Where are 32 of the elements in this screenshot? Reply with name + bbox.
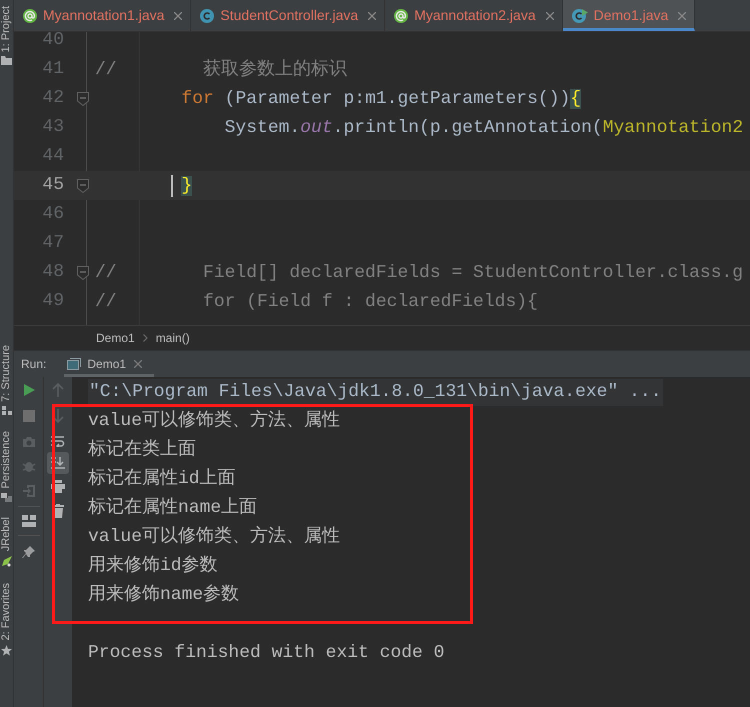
tool-window-button[interactable]: JRebel xyxy=(1,516,12,552)
tool-window-button[interactable]: 2: Favorites xyxy=(1,583,12,641)
console-output: 用来修饰name参数 xyxy=(88,583,240,607)
line-number: 44 xyxy=(41,145,65,168)
code-line: System.out.println(p.getAnnotation(Myannotation2 xyxy=(224,116,744,138)
console-output: 标记在属性name上面 xyxy=(88,496,258,520)
line-number: 43 xyxy=(41,116,65,139)
line-number: 41 xyxy=(41,58,65,81)
console-output: value可以修饰类、方法、属性 xyxy=(88,408,340,433)
console-command: "C:\Program Files\Java\jdk1.8.0_131\bin\java.exe" ... xyxy=(88,379,662,406)
breadcrumb[interactable]: Demo1 xyxy=(96,329,135,347)
console-output: 标记在属性id上面 xyxy=(88,467,236,491)
line-number: 45 xyxy=(41,174,65,197)
tool-window-button[interactable]: 1: Project xyxy=(1,6,12,52)
line-number: 46 xyxy=(41,203,65,226)
tool-window-button[interactable]: Persistence xyxy=(1,431,12,489)
code-line: // for (Field f : declaredFields){ xyxy=(95,290,538,312)
line-number: 48 xyxy=(41,261,65,284)
console-output: 用来修饰id参数 xyxy=(88,554,218,578)
console-output: Process finished with exit code 0 xyxy=(88,642,444,665)
panel-label: Run: xyxy=(20,356,48,373)
code-line: // Field[] declaredFields = StudentController.class.g xyxy=(95,262,744,284)
code-line: // 获取参数上的标识 xyxy=(95,58,348,80)
line-number: 42 xyxy=(41,87,65,110)
console-output: 标记在类上面 xyxy=(88,438,196,462)
tool-window-button[interactable]: 7: Structure xyxy=(1,345,12,402)
line-number: 49 xyxy=(41,290,65,313)
breadcrumb[interactable]: main() xyxy=(156,329,190,347)
line-number: 40 xyxy=(41,32,65,52)
console-output: value可以修饰类、方法、属性 xyxy=(88,524,340,549)
line-number: 47 xyxy=(41,232,65,255)
code-line: for (Parameter p:m1.getParameters()){ xyxy=(180,88,582,110)
